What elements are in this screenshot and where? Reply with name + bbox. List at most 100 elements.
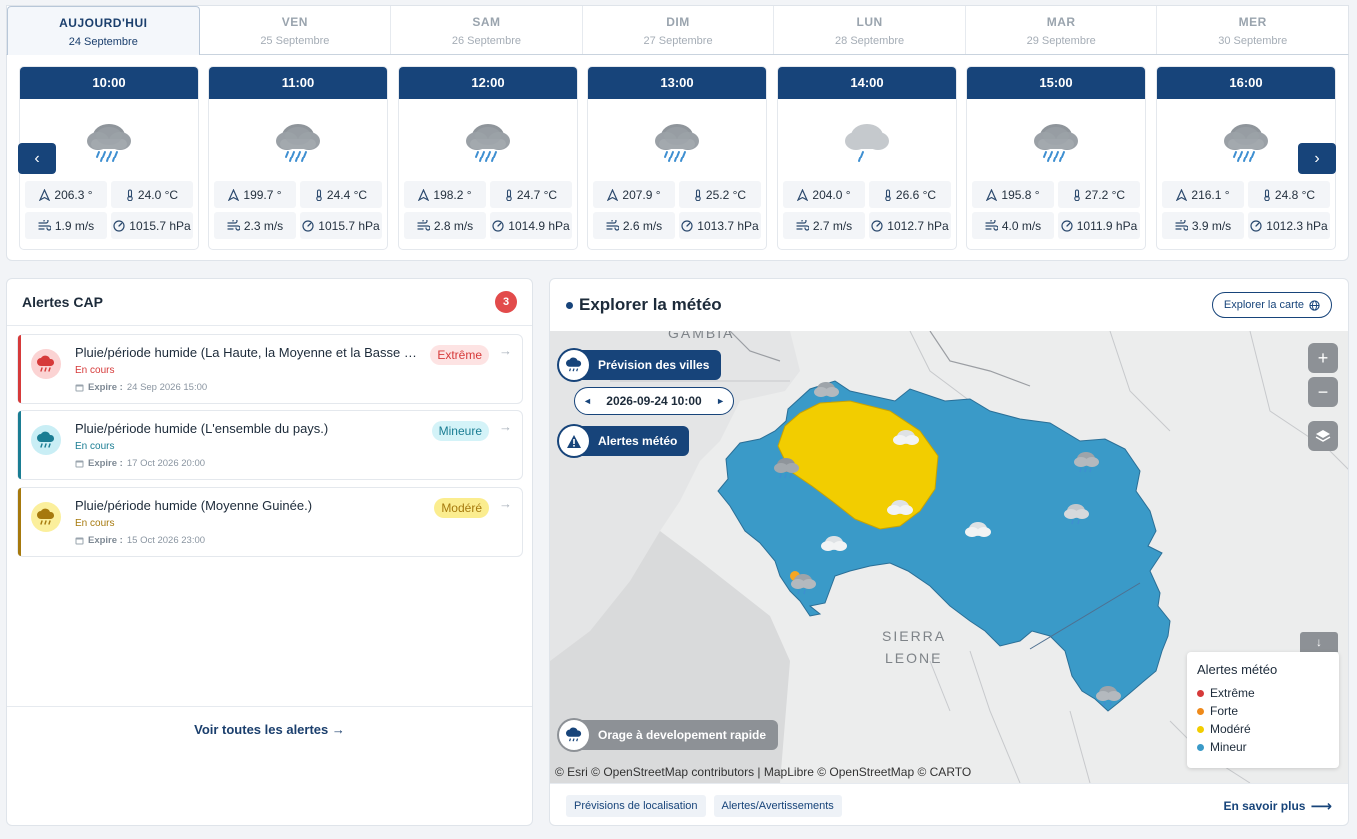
rain-cloud-icon	[588, 99, 766, 181]
day-date: 28 Septembre	[835, 35, 905, 47]
thermometer-icon	[506, 188, 512, 201]
rain-cloud-icon	[967, 99, 1145, 181]
wind-icon	[38, 220, 51, 231]
weather-alerts-toggle[interactable]: Alertes météo	[559, 426, 690, 456]
hour-card[interactable]: 13:00 207.9 ° 25.2 °C 2.6 m/s 1013.7 hPa	[587, 66, 767, 250]
zoom-in-button[interactable]: +	[1308, 343, 1338, 373]
weather-map[interactable]: GAMBIA SIERRA LEONE Prévision des villes…	[550, 331, 1348, 783]
severity-badge: Mineure	[431, 421, 489, 441]
alert-title: Pluie/période humide (La Haute, la Moyen…	[75, 345, 420, 360]
day-tab-sat[interactable]: SAM 26 Septembre	[391, 6, 583, 54]
layers-button[interactable]	[1308, 421, 1338, 451]
chevron-right-icon: ›	[1314, 149, 1320, 167]
wind-direction: 199.7 °	[214, 181, 296, 208]
city-forecast-toggle[interactable]: Prévision des villes	[559, 350, 722, 380]
alert-card[interactable]: Pluie/période humide (Moyenne Guinée.) E…	[17, 487, 523, 557]
legend-label: Mineur	[1210, 740, 1247, 754]
day-name: MER	[1238, 15, 1267, 29]
alert-card[interactable]: Pluie/période humide (La Haute, la Moyen…	[17, 334, 523, 404]
day-name: MAR	[1046, 15, 1076, 29]
arrow-right-icon: ⟶	[1310, 797, 1332, 815]
alert-card[interactable]: Pluie/période humide (L'ensemble du pays…	[17, 410, 523, 480]
bullet-icon	[566, 301, 573, 309]
wind-speed: 3.9 m/s	[1162, 212, 1244, 239]
temperature-value: 27.2 °C	[1084, 187, 1126, 202]
gauge-icon	[1061, 219, 1073, 232]
map-label-leone: LEONE	[885, 650, 943, 666]
legend-title: Alertes météo	[1197, 662, 1278, 677]
wind-direction: 216.1 °	[1162, 181, 1244, 208]
temperature-value: 24.8 °C	[1274, 187, 1316, 202]
minus-icon: −	[1317, 381, 1329, 402]
hourly-forecast: ‹ › 10:00 206.3 ° 24.0 °C 1.9 m/s 1015.7…	[6, 55, 1349, 261]
wind-direction-icon	[39, 188, 51, 201]
hour-card[interactable]: 12:00 198.2 ° 24.7 °C 2.8 m/s 1014.9 hPa	[398, 66, 578, 250]
wind-icon	[227, 220, 240, 231]
weather-alerts-label: Alertes météo	[598, 434, 678, 448]
rain-cloud-icon	[31, 425, 61, 455]
day-tab-mon[interactable]: LUN 28 Septembre	[774, 6, 966, 54]
wind-direction-value: 199.7 °	[243, 187, 282, 202]
legend-item: Extrême	[1197, 684, 1329, 702]
wind-direction-value: 195.8 °	[1001, 187, 1040, 202]
next-time-icon[interactable]: ►	[716, 396, 725, 406]
wind-speed-value: 2.8 m/s	[433, 218, 474, 233]
legend-label: Extrême	[1210, 686, 1255, 700]
storm-layer-toggle[interactable]: Orage à developement rapide	[559, 720, 779, 750]
temperature-value: 24.7 °C	[516, 187, 558, 202]
arrow-right-icon: →	[499, 419, 512, 434]
hour-card[interactable]: 14:00 204.0 ° 26.6 °C 2.7 m/s 1012.7 hPa	[777, 66, 957, 250]
alerts-title: Alertes CAP	[22, 294, 103, 310]
legend-collapse-button[interactable]: ↓	[1300, 632, 1338, 652]
prev-hours-button[interactable]: ‹	[18, 143, 56, 174]
day-date: 30 Septembre	[1218, 35, 1288, 47]
wind-speed-value: 2.6 m/s	[622, 218, 663, 233]
calendar-icon	[75, 537, 84, 545]
temperature-value: 24.0 °C	[137, 187, 179, 202]
gauge-icon	[302, 219, 314, 232]
pressure: 1012.7 hPa	[869, 212, 951, 239]
thermometer-icon	[695, 188, 701, 201]
pressure-value: 1012.3 hPa	[1266, 218, 1328, 233]
plus-icon: +	[1317, 347, 1329, 368]
temperature-value: 25.2 °C	[705, 187, 747, 202]
next-hours-button[interactable]: ›	[1298, 143, 1336, 174]
see-all-alerts-link[interactable]: Voir toutes les alertes →	[7, 722, 532, 737]
day-date: 24 Septembre	[68, 36, 138, 48]
temperature: 25.2 °C	[679, 181, 761, 208]
map-date-control[interactable]: ◄ 2026-09-24 10:00 ►	[574, 387, 734, 415]
learn-more-link[interactable]: En savoir plus ⟶	[1223, 797, 1332, 815]
rain-cloud-icon	[209, 99, 387, 181]
wind-speed-value: 4.0 m/s	[1001, 218, 1042, 233]
day-tab-wed[interactable]: MER 30 Septembre	[1157, 6, 1348, 54]
warnings-tag[interactable]: Alertes/Avertissements	[713, 794, 842, 817]
hour-card[interactable]: 11:00 199.7 ° 24.4 °C 2.3 m/s 1015.7 hPa	[208, 66, 388, 250]
day-date: 29 Septembre	[1026, 35, 1096, 47]
alert-title: Pluie/période humide (L'ensemble du pays…	[75, 421, 329, 436]
zoom-out-button[interactable]: −	[1308, 377, 1338, 407]
gauge-icon	[1250, 219, 1262, 232]
wind-direction-value: 206.3 °	[54, 187, 93, 202]
day-tab-sun[interactable]: DIM 27 Septembre	[583, 6, 775, 54]
day-tab-today[interactable]: AUJOURD'HUI 24 Septembre	[7, 6, 200, 55]
pressure-value: 1014.9 hPa	[508, 218, 570, 233]
hour-card[interactable]: 15:00 195.8 ° 27.2 °C 4.0 m/s 1011.9 hPa	[966, 66, 1146, 250]
wind-speed-value: 3.9 m/s	[1191, 218, 1232, 233]
day-tabs: AUJOURD'HUI 24 Septembre VEN 25 Septembre …	[6, 5, 1349, 55]
warning-icon	[559, 426, 589, 456]
layers-icon	[1315, 430, 1331, 442]
temperature: 24.7 °C	[490, 181, 572, 208]
day-name: DIM	[666, 15, 690, 29]
wind-icon	[1175, 220, 1188, 231]
wind-direction-icon	[607, 188, 619, 201]
day-tab-fri[interactable]: VEN 25 Septembre	[200, 6, 392, 54]
map-label-gambia: GAMBIA	[668, 331, 735, 341]
arrow-right-icon: →	[499, 343, 512, 358]
day-tab-tue[interactable]: MAR 29 Septembre	[966, 6, 1158, 54]
location-forecast-tag[interactable]: Prévisions de localisation	[566, 794, 706, 817]
legend-item: Modéré	[1197, 720, 1329, 738]
prev-time-icon[interactable]: ◄	[583, 396, 592, 406]
temperature-value: 24.4 °C	[326, 187, 368, 202]
explore-map-button[interactable]: Explorer la carte	[1211, 292, 1332, 318]
wind-speed: 2.3 m/s	[214, 212, 296, 239]
